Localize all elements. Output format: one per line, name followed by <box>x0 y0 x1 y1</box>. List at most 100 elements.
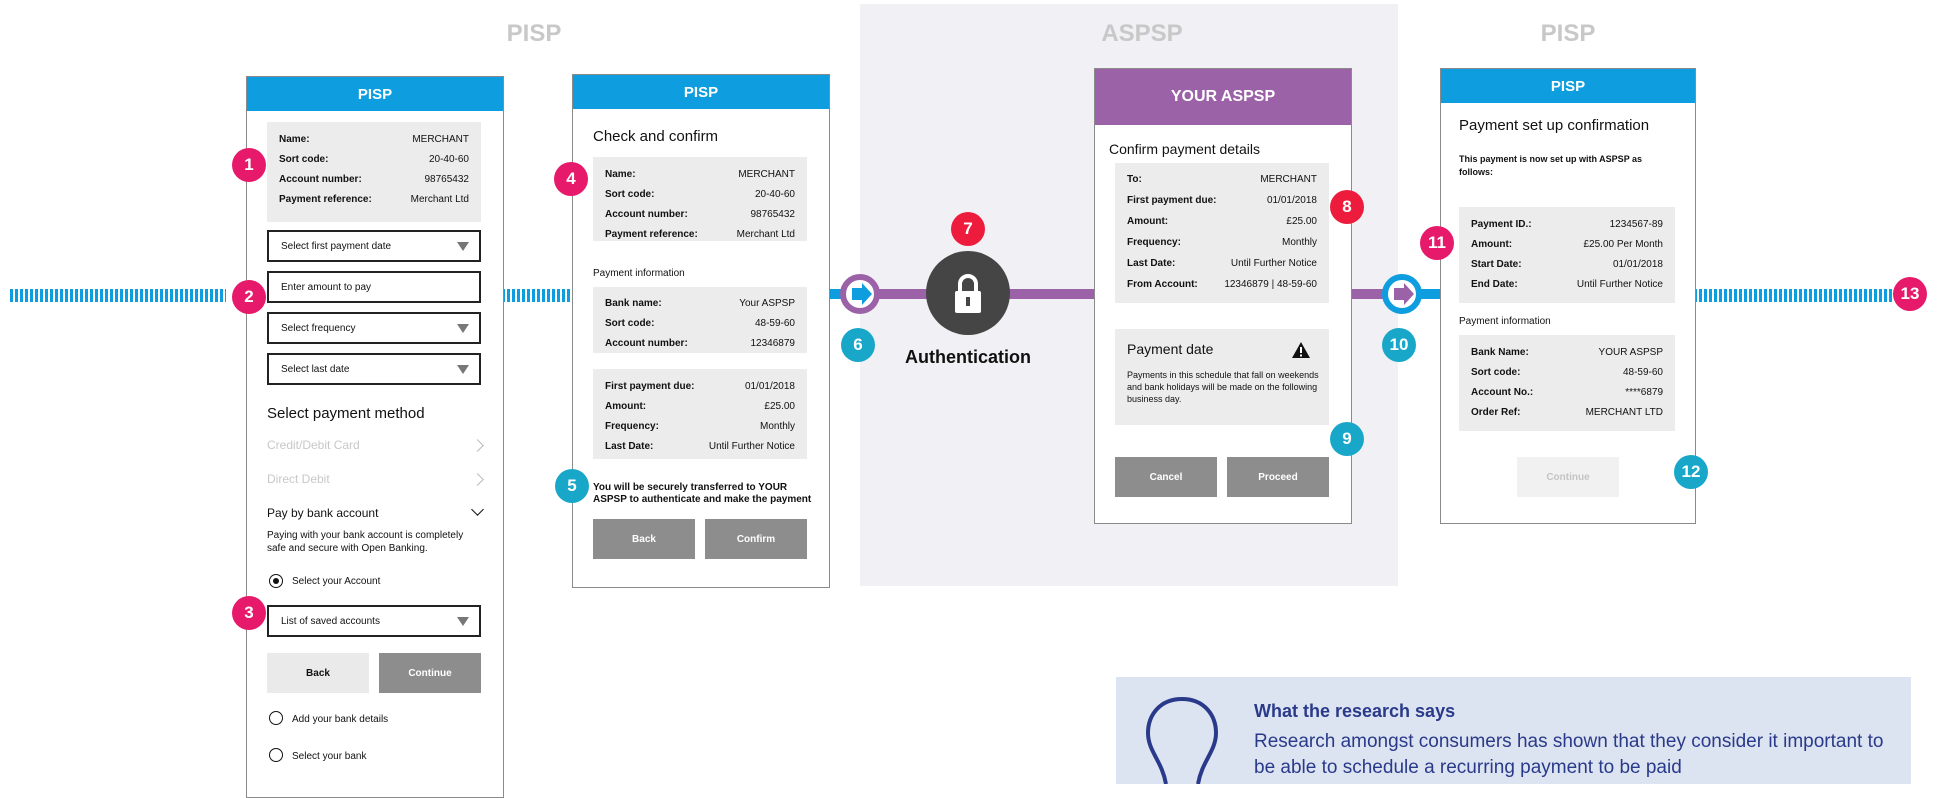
detail-value: Until Further Notice <box>1576 279 1663 290</box>
detail-row: Payment reference: Merchant Ltd <box>605 229 795 240</box>
detail-row: Bank name: Your ASPSP <box>605 298 795 309</box>
research-callout: What the research says Research amongst … <box>1116 677 1911 784</box>
payment-method-heading: Select payment method <box>267 405 425 422</box>
screen2-payment-info-label: Payment information <box>593 268 685 279</box>
screen1-header: PISP <box>247 77 503 111</box>
detail-key: Last Date: <box>1127 258 1176 269</box>
detail-row: Payment ID.: 1234567-89 <box>1471 219 1663 230</box>
detail-key: Sort code: <box>279 154 329 165</box>
detail-value: MERCHANT <box>1260 174 1317 185</box>
zone-title-pisp-right: PISP <box>1540 20 1596 47</box>
detail-key: To: <box>1127 174 1142 185</box>
detail-row: Account number: 98765432 <box>605 209 795 220</box>
detail-row: Sort code: 20-40-60 <box>279 154 469 165</box>
connector-6-arrow-icon <box>840 274 880 314</box>
step-badge-11: 11 <box>1420 226 1454 260</box>
detail-key: Order Ref: <box>1471 407 1521 418</box>
detail-row: Sort code: 48-59-60 <box>605 318 795 329</box>
step-badge-10: 10 <box>1382 328 1416 362</box>
continue-button[interactable]: Continue <box>379 653 481 693</box>
detail-value: £25.00 <box>764 401 795 412</box>
detail-row: Name: MERCHANT <box>605 169 795 180</box>
detail-key: Amount: <box>1127 216 1169 227</box>
detail-value: Your ASPSP <box>739 298 795 309</box>
screen4-payment-info-label: Payment information <box>1459 316 1551 327</box>
screen-pisp-payment-setup: PISP Name: MERCHANT Sort code: 20-40-60 Ac… <box>246 76 504 798</box>
radio-select-bank[interactable] <box>269 748 283 762</box>
research-body: Research amongst consumers has shown tha… <box>1254 731 1884 778</box>
radio-select-account[interactable] <box>269 574 283 588</box>
detail-value: 1234567-89 <box>1609 219 1663 230</box>
detail-key: From Account: <box>1127 279 1198 290</box>
screen3-header: YOUR ASPSP <box>1095 69 1351 125</box>
detail-value: MERCHANT <box>738 169 795 180</box>
detail-row: Amount: £25.00 Per Month <box>1471 239 1663 250</box>
dropdown-arrow-icon <box>457 242 469 251</box>
detail-value: Until Further Notice <box>1230 258 1317 269</box>
dropdown-arrow-icon <box>457 617 469 626</box>
amount-input-placeholder: Enter amount to pay <box>281 281 372 293</box>
zone-title-aspsp: ASPSP <box>1101 20 1183 47</box>
step-badge-9: 9 <box>1330 422 1364 456</box>
screen4-header: PISP <box>1441 69 1695 103</box>
detail-row: Order Ref: MERCHANT LTD <box>1471 407 1663 418</box>
payment-date-notice: Payment date Payments in this schedule t… <box>1115 329 1329 425</box>
select-saved-accounts[interactable]: List of saved accounts <box>267 605 481 637</box>
detail-key: Start Date: <box>1471 259 1522 270</box>
step-badge-4: 4 <box>554 162 588 196</box>
detail-key: Bank name: <box>605 298 662 309</box>
step-badge-2: 2 <box>232 280 266 314</box>
detail-value: 48-59-60 <box>1622 367 1663 378</box>
radio-add-bank[interactable] <box>269 711 283 725</box>
detail-key: End Date: <box>1471 279 1518 290</box>
detail-value: £25.00 Per Month <box>1583 239 1664 250</box>
detail-value: 01/01/2018 <box>744 381 795 392</box>
warning-icon <box>1292 342 1310 358</box>
detail-row: Sort code: 48-59-60 <box>1471 367 1663 378</box>
back-button[interactable]: Back <box>267 653 369 693</box>
screen-aspsp-confirm: YOUR ASPSP Confirm payment details To: ME… <box>1094 68 1352 524</box>
detail-row: Last Date: Until Further Notice <box>605 441 795 452</box>
detail-value: 12346879 <box>750 338 796 349</box>
detail-key: Payment reference: <box>279 194 372 205</box>
screen-pisp-check-confirm: PISP Check and confirm Name: MERCHANT Sor… <box>572 74 830 588</box>
detail-value: 98765432 <box>750 209 796 220</box>
detail-row: From Account: 12346879 | 48-59-60 <box>1127 279 1317 290</box>
step-badge-7: 7 <box>951 212 985 246</box>
select-frequency[interactable]: Select frequency <box>267 312 481 344</box>
detail-value: 01/01/2018 <box>1612 259 1663 270</box>
authentication-label: Authentication <box>905 347 1031 367</box>
detail-value: YOUR ASPSP <box>1598 347 1663 358</box>
select-last-date[interactable]: Select last date <box>267 353 481 385</box>
detail-key: First payment due: <box>605 381 695 392</box>
dropdown-arrow-icon <box>457 324 469 333</box>
screen2-merchant-details: Name: MERCHANT Sort code: 20-40-60 Account… <box>593 157 807 241</box>
radio-select-bank-label: Select your bank <box>292 751 367 762</box>
detail-value: £25.00 <box>1286 216 1317 227</box>
flow-dotted-line-right <box>1694 289 1894 302</box>
proceed-button[interactable]: Proceed <box>1227 457 1329 497</box>
detail-key: Frequency: <box>605 421 659 432</box>
method-bank-account[interactable]: Pay by bank account <box>267 506 378 520</box>
back-button[interactable]: Back <box>593 519 695 559</box>
payment-date-text: Payments in this schedule that fall on w… <box>1127 370 1319 404</box>
confirm-button[interactable]: Confirm <box>705 519 807 559</box>
detail-value: Until Further Notice <box>708 441 795 452</box>
detail-key: Account number: <box>605 338 688 349</box>
method-direct-debit[interactable]: Direct Debit <box>267 472 330 486</box>
cancel-button[interactable]: Cancel <box>1115 457 1217 497</box>
method-credit-card[interactable]: Credit/Debit Card <box>267 438 360 452</box>
screen-pisp-setup-confirmation: PISP Payment set up confirmation This pa… <box>1440 68 1696 524</box>
amount-input[interactable]: Enter amount to pay <box>267 271 481 303</box>
continue-button-disabled[interactable]: Continue <box>1517 457 1619 497</box>
detail-value: Merchant Ltd <box>736 229 795 240</box>
step-badge-3: 3 <box>232 596 266 630</box>
select-first-payment-date[interactable]: Select first payment date <box>267 230 481 262</box>
step-badge-1: 1 <box>232 148 266 182</box>
flow-dotted-line-left <box>10 289 226 302</box>
detail-value: ****6879 <box>1625 387 1663 398</box>
select-frequency-label: Select frequency <box>281 322 356 334</box>
chevron-down-icon <box>471 503 484 516</box>
screen2-header: PISP <box>573 75 829 109</box>
payment-date-title: Payment date <box>1127 341 1214 357</box>
